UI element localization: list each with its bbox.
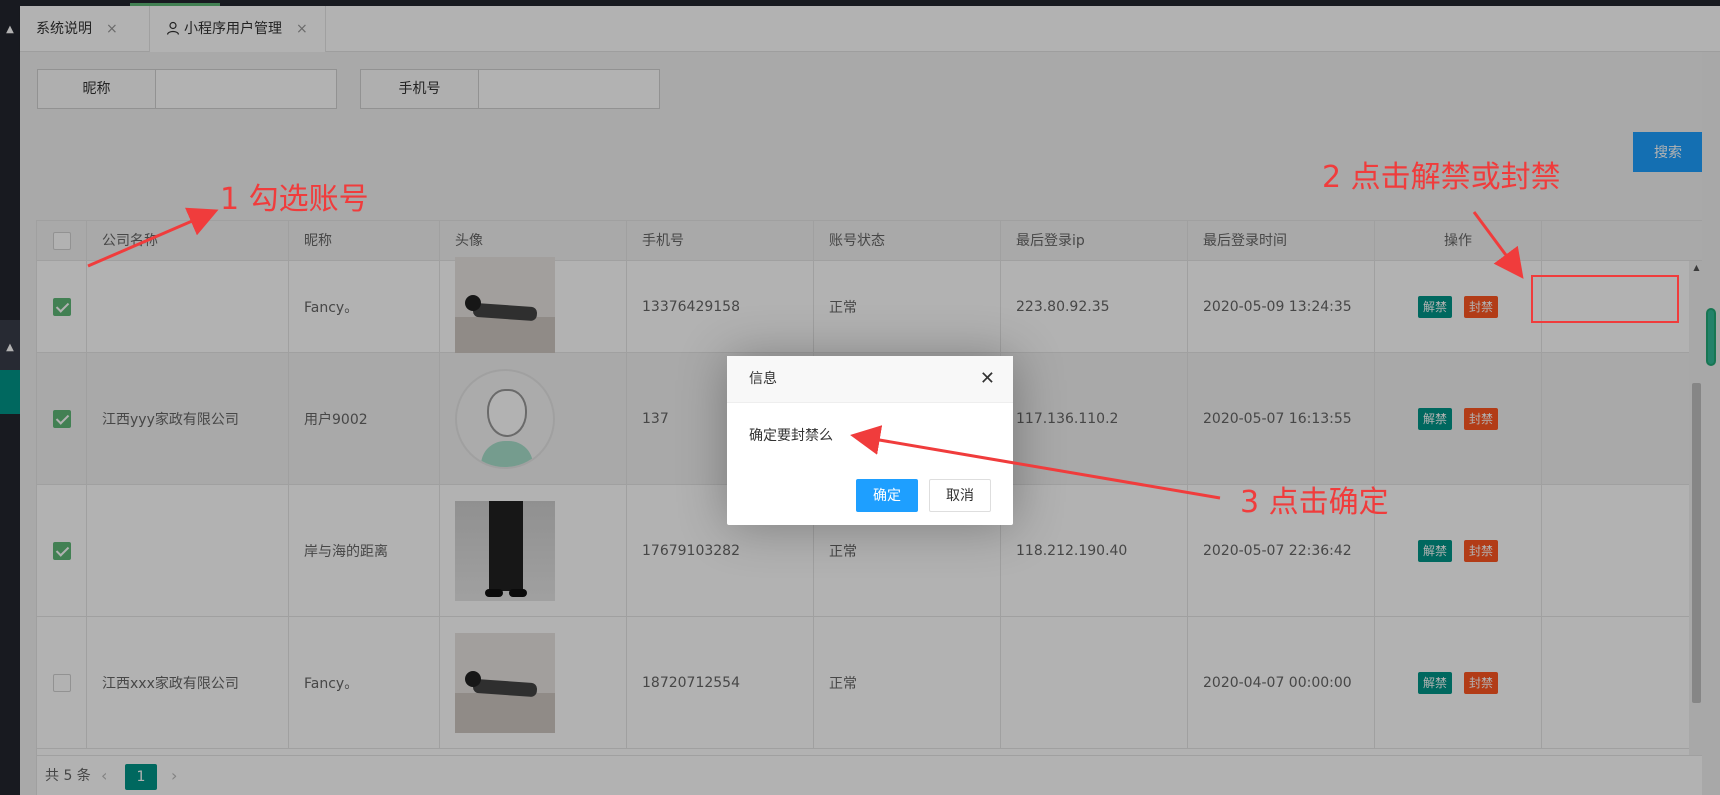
dialog-message: 确定要封禁么: [749, 428, 833, 444]
confirm-button[interactable]: 确定: [856, 479, 918, 512]
annotation-step1: 1 勾选账号: [220, 182, 369, 217]
close-icon[interactable]: ✕: [980, 370, 995, 388]
confirm-dialog: 信息 ✕ 确定要封禁么 确定 取消: [727, 356, 1013, 525]
annotation-step2: 2 点击解禁或封禁: [1322, 160, 1561, 195]
cancel-button[interactable]: 取消: [929, 479, 991, 512]
annotation-highlight-box: [1531, 275, 1679, 323]
dialog-title: 信息: [727, 356, 1013, 403]
annotation-step3: 3 点击确定: [1240, 485, 1389, 520]
